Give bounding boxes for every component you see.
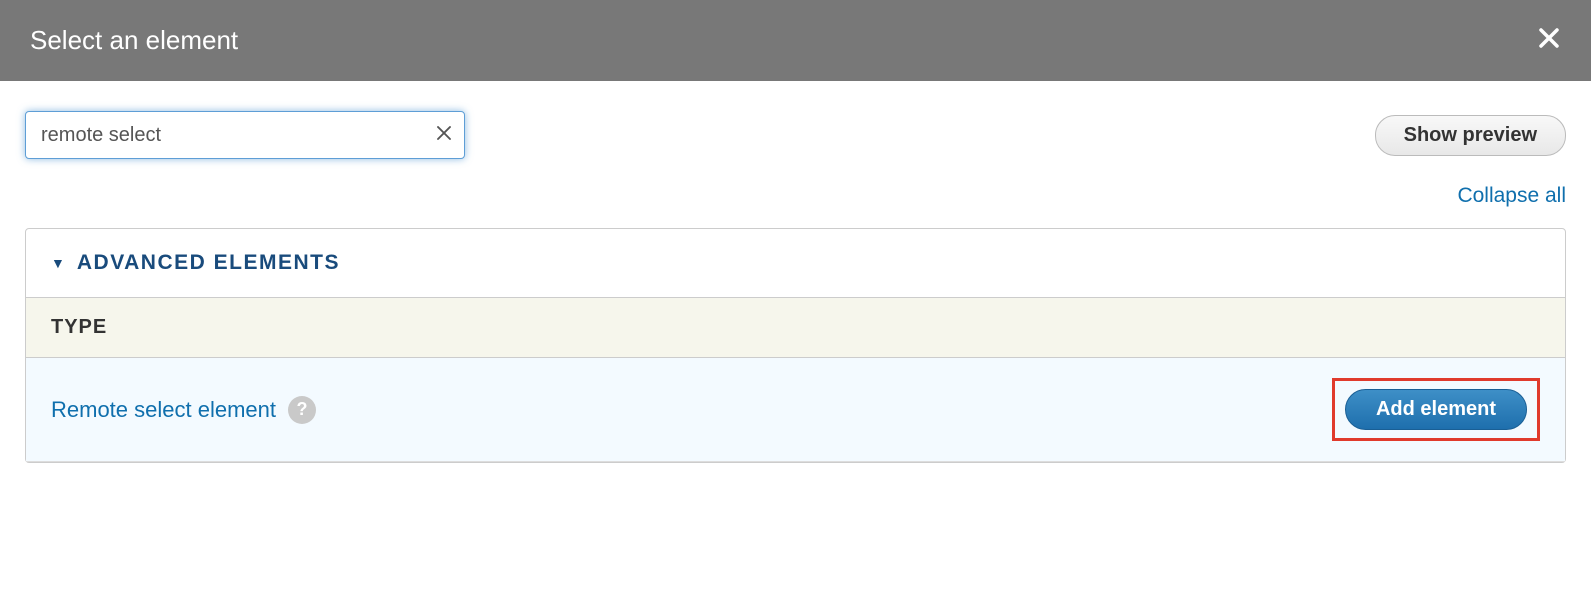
search-input[interactable] (25, 111, 465, 159)
element-link[interactable]: Remote select element (51, 397, 276, 423)
disclosure-triangle-icon: ▼ (51, 255, 65, 271)
top-controls-row: Show preview (25, 111, 1566, 159)
section-title: ADVANCED ELEMENTS (77, 251, 340, 275)
search-wrapper (25, 111, 465, 159)
show-preview-button[interactable]: Show preview (1375, 115, 1566, 156)
modal-body: Show preview Collapse all ▼ ADVANCED ELE… (0, 81, 1591, 493)
modal-header: Select an element (0, 0, 1591, 81)
section-header[interactable]: ▼ ADVANCED ELEMENTS (26, 229, 1565, 297)
column-header-row: TYPE (26, 297, 1565, 358)
close-icon[interactable] (1537, 26, 1561, 56)
add-element-highlight: Add element (1332, 378, 1540, 441)
collapse-all-link[interactable]: Collapse all (25, 184, 1566, 208)
element-row: Remote select element ? Add element (26, 358, 1565, 462)
add-element-button[interactable]: Add element (1345, 389, 1527, 430)
help-icon[interactable]: ? (288, 396, 316, 424)
modal-title: Select an element (30, 25, 238, 56)
clear-search-icon[interactable] (435, 122, 453, 148)
type-column-header: TYPE (51, 316, 107, 338)
element-name-wrap: Remote select element ? (51, 396, 316, 424)
elements-panel: ▼ ADVANCED ELEMENTS TYPE Remote select e… (25, 228, 1566, 463)
